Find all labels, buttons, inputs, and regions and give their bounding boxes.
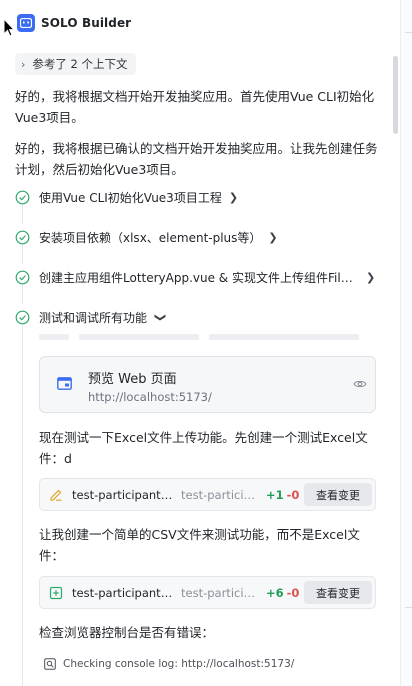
scrolled-out-text [39, 332, 374, 342]
task-step-test-debug[interactable]: 测试和调试所有功能 ❯ [15, 306, 168, 328]
app-title: SOLO Builder [41, 16, 132, 30]
chevron-right-icon: ❯ [366, 270, 376, 284]
lines-added: +6 [266, 585, 284, 600]
task-step-label: 测试和调试所有功能 [39, 310, 148, 325]
scrollbar-thumb[interactable] [393, 56, 398, 134]
eye-icon[interactable] [353, 379, 367, 389]
context-references-label: 参考了 2 个上下文 [32, 57, 128, 71]
view-changes-button[interactable]: 查看变更 [304, 483, 372, 506]
context-references-toggle[interactable]: › 参考了 2 个上下文 [15, 53, 136, 75]
lines-added: +1 [266, 487, 284, 502]
task-step-init-vue[interactable]: 使用Vue CLI初始化Vue3项目工程 ❯ [15, 186, 238, 208]
assistant-message-test-excel: 现在测试一下Excel文件上传功能。先创建一个测试Excel文件：d [39, 430, 368, 466]
mouse-cursor-icon [3, 18, 15, 37]
console-check-status: Checking console log: http://localhost:5… [44, 656, 294, 672]
chevron-right-icon: ❯ [228, 190, 239, 204]
view-changes-button[interactable]: 查看变更 [304, 581, 372, 604]
file-change-card: test-participants.x... test-particip... … [39, 478, 376, 511]
task-step-label: 安装项目依赖（xlsx、element-plus等） [39, 230, 262, 245]
file-change-card: test-participants.c... test-particip... … [39, 576, 376, 609]
web-preview-card[interactable]: 预览 Web 页面 http://localhost:5173/ [39, 356, 376, 413]
check-circle-icon [15, 190, 30, 204]
check-circle-icon [15, 270, 30, 284]
web-preview-url[interactable]: http://localhost:5173/ [88, 390, 212, 404]
solo-builder-logo-icon [17, 14, 35, 32]
file-path: test-particip... [181, 585, 257, 600]
lines-removed: -0 [286, 585, 300, 600]
scrollbar-track[interactable] [392, 55, 400, 665]
lines-removed: -0 [286, 487, 300, 502]
file-name[interactable]: test-participants.x... [72, 488, 176, 502]
task-step-create-components[interactable]: 创建主应用组件LotteryApp.vue & 实现文件上传组件FileUpl.… [15, 266, 375, 288]
task-step-label: 使用Vue CLI初始化Vue3项目工程 [39, 190, 222, 205]
chevron-right-icon: › [21, 57, 26, 71]
new-file-icon [49, 586, 63, 599]
assistant-message-plan: 好的，我将根据已确认的文档开始开发抽奖应用。让我先创建任务计划，然后初始化Vue… [15, 141, 378, 177]
edit-icon [50, 489, 62, 501]
check-circle-icon [15, 310, 30, 324]
step-connector [22, 326, 23, 686]
app-header: SOLO Builder [0, 0, 400, 46]
file-path: test-particip... [181, 487, 257, 502]
chevron-right-icon: ❯ [268, 230, 278, 244]
assistant-message-intro: 好的，我将根据文档开始开发抽奖应用。首先使用Vue CLI初始化Vue3项目。 [15, 89, 375, 125]
adjacent-panel-edge [400, 0, 412, 686]
web-preview-title: 预览 Web 页面 [88, 372, 177, 387]
task-step-label: 创建主应用组件LotteryApp.vue & 实现文件上传组件FileUpl.… [39, 270, 359, 285]
browser-window-icon [57, 377, 72, 390]
check-circle-icon [15, 230, 30, 244]
file-name[interactable]: test-participants.c... [72, 586, 176, 600]
task-step-install-deps[interactable]: 安装项目依赖（xlsx、element-plus等） ❯ [15, 226, 278, 248]
console-check-text: Checking console log: http://localhost:5… [63, 658, 295, 670]
assistant-message-check-console: 检查浏览器控制台是否有错误： [39, 625, 215, 640]
console-log-icon [44, 658, 56, 670]
chevron-down-icon: ❯ [154, 312, 168, 322]
assistant-message-create-csv: 让我创建一个简单的CSV文件来测试功能，而不是Excel文件： [39, 527, 360, 563]
